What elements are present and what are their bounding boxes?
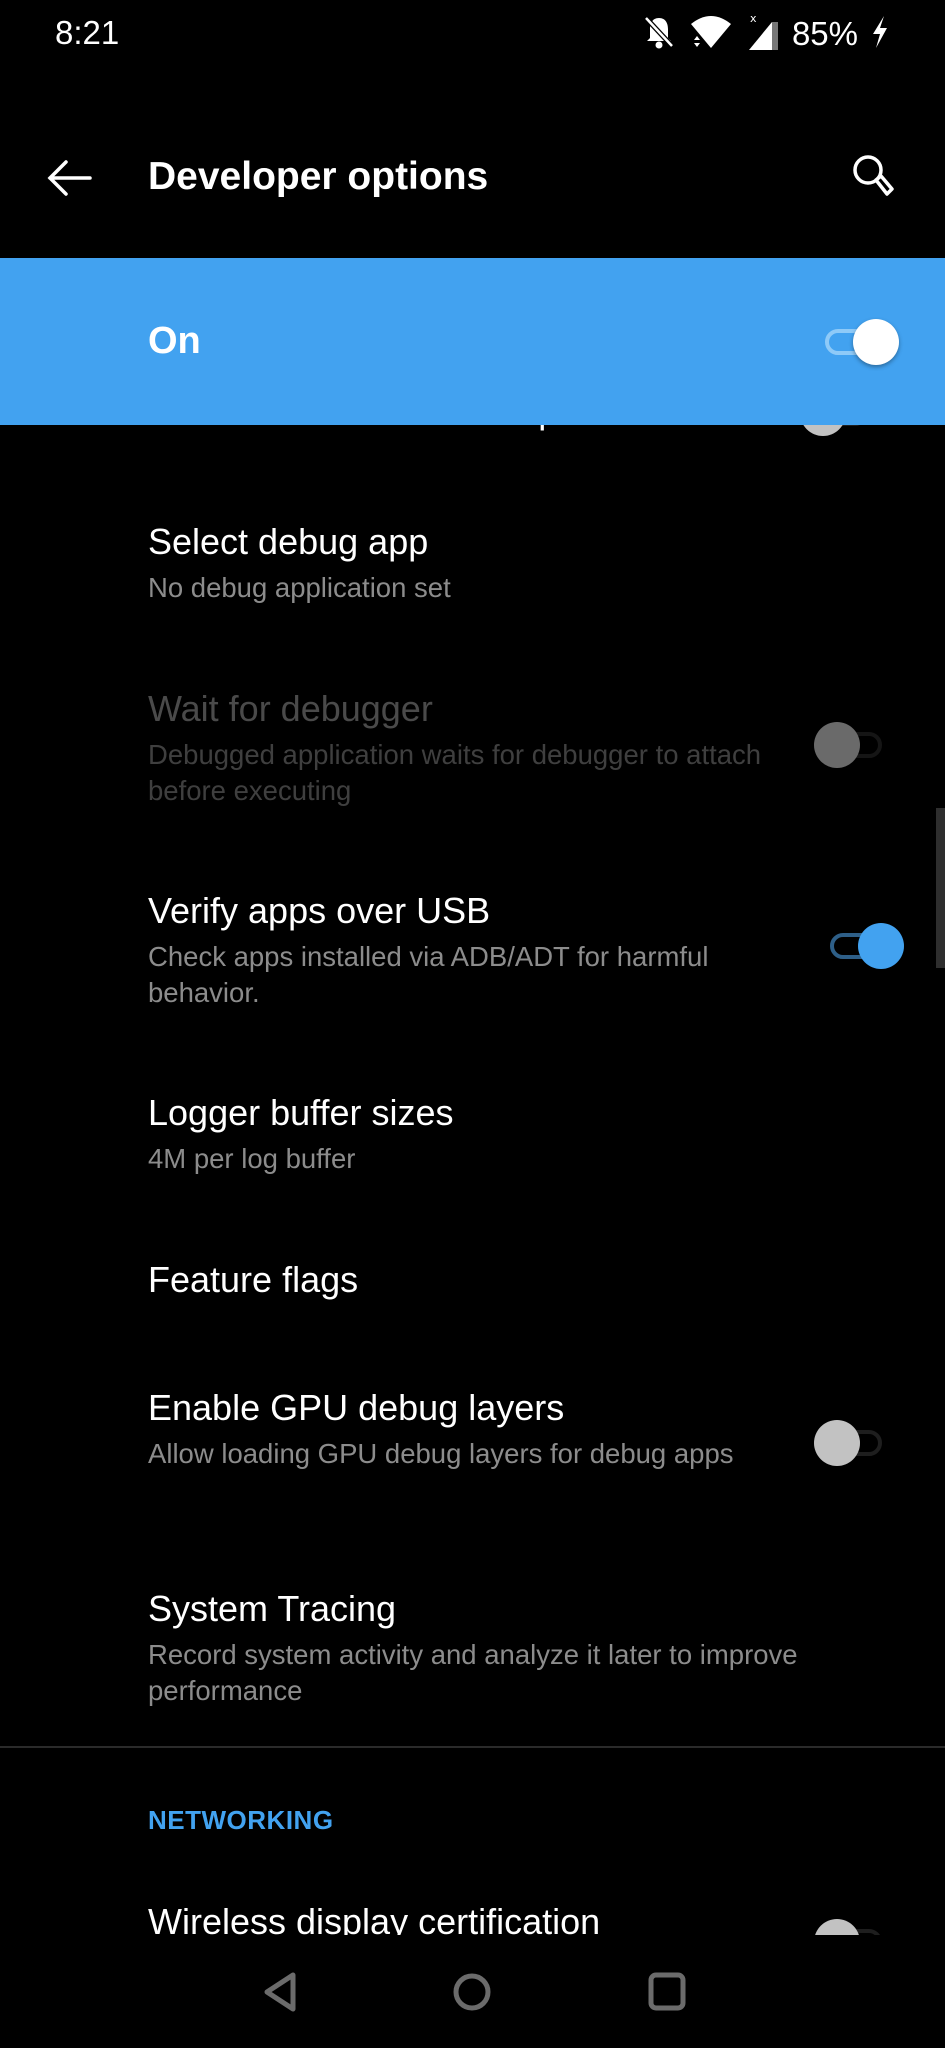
scrollbar[interactable] [936,808,945,968]
nav-back-button[interactable] [245,1957,315,2027]
item-subtitle: Record system activity and analyze it la… [148,1639,798,1706]
nav-home-icon [453,1973,491,2011]
item-subtitle: No debug application set [148,572,451,603]
battery-percentage: 85% [791,15,858,52]
item-title: Wait for debugger [148,688,433,729]
charging-icon [870,14,890,55]
item-title: Logger buffer sizes [148,1092,454,1133]
status-icons: x 85% [642,12,890,56]
toggle-thumb [858,923,904,969]
nav-recents-icon [648,1972,686,2011]
master-switch-bar[interactable]: On [0,258,945,425]
list-item-verify-apps-usb[interactable]: Verify apps over USB Check apps installe… [0,874,945,1034]
list-item-system-tracing[interactable]: System Tracing Record system activity an… [0,1572,945,1732]
search-icon [853,155,894,196]
svg-text:x: x [750,12,757,25]
item-subtitle: 4M per log buffer [148,1143,356,1174]
section-header-networking: NETWORKING [148,1805,334,1835]
status-time: 8:21 [55,14,120,51]
arrow-back-icon [47,160,92,196]
wifi-icon [688,14,734,55]
item-title: Feature flags [148,1259,359,1300]
toggle-gpu-debug-layers[interactable] [814,1418,886,1468]
list-item-wait-for-debugger: Wait for debugger Debugged application w… [0,672,945,832]
nav-back-icon [264,1972,296,2012]
item-title: System Tracing [148,1588,397,1629]
list-item-gpu-debug-layers[interactable]: Enable GPU debug layers Allow loading GP… [0,1371,945,1531]
toggle-verify-apps-usb[interactable] [820,921,904,971]
list-item-logger-buffer-sizes[interactable]: Logger buffer sizes 4M per log buffer [0,1076,945,1206]
item-title: Verify apps over USB [148,890,491,931]
section-divider [0,1746,945,1748]
item-title: Select debug app [148,521,429,562]
page-title: Developer options [148,155,489,198]
nav-home-button[interactable] [437,1957,507,2027]
toggle-wait-for-debugger [814,720,886,770]
toggle-thumb [853,319,899,365]
back-button[interactable] [40,150,100,206]
toggle-thumb [814,1420,860,1466]
item-title: Enable GPU debug layers [148,1387,565,1428]
master-switch-label: On [148,320,201,362]
navigation-bar [0,1935,945,2048]
nav-recents-button[interactable] [632,1957,702,2027]
item-subtitle: Allow loading GPU debug layers for debug… [148,1438,734,1469]
search-button[interactable] [845,148,905,208]
list-item-select-debug-app[interactable]: Select debug app No debug application se… [0,505,945,635]
notifications-off-icon [642,14,676,55]
cell-signal-icon: x [746,12,780,57]
list-item-feature-flags[interactable]: Feature flags [0,1243,945,1333]
toggle-thumb [814,722,860,768]
master-toggle[interactable] [815,317,899,367]
item-subtitle: Debugged application waits for debugger … [148,739,762,806]
item-subtitle: Check apps installed via ADB/ADT for har… [148,941,709,1008]
